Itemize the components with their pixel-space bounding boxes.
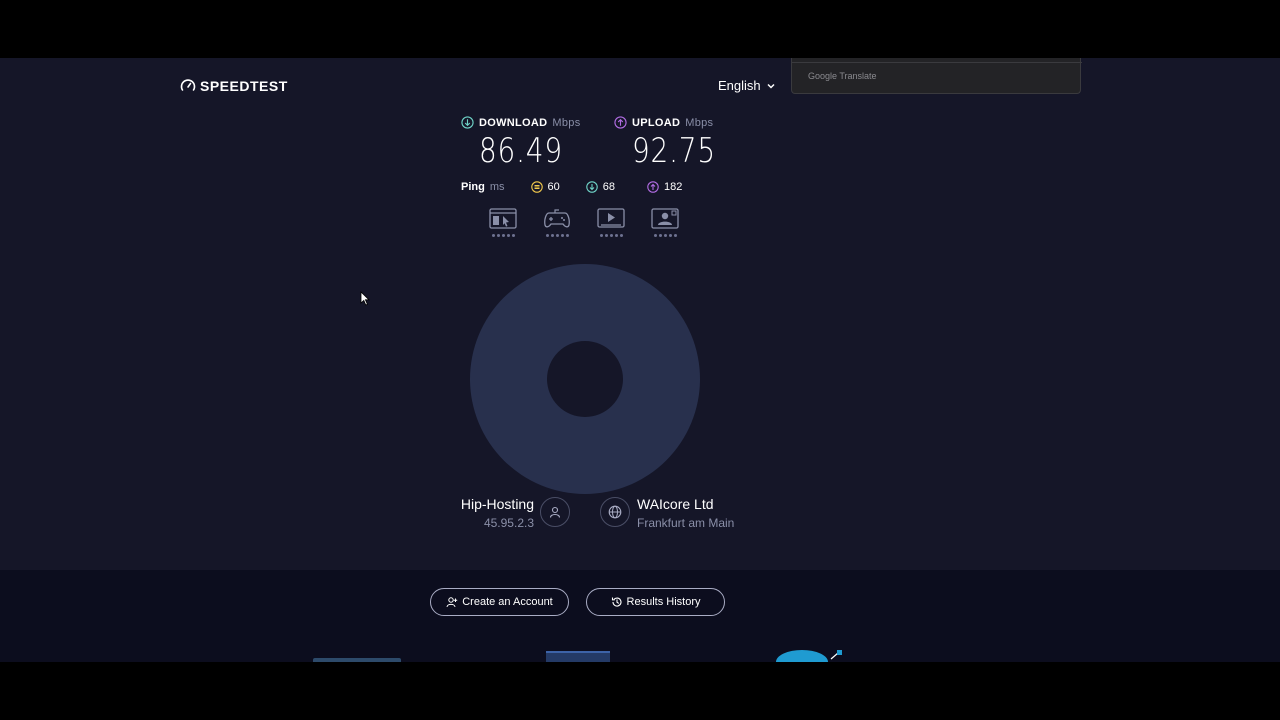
speedometer-icon [180,79,196,91]
ping-idle-value: 60 [547,181,560,193]
provider-ip: 45.95.2.3 [483,516,534,530]
results-history-label: Results History [626,596,701,608]
gauge-center [547,341,623,417]
footer-band [0,570,1280,662]
ping-unit: ms [489,181,505,193]
create-account-button[interactable]: Create an Account [430,588,569,616]
provider-info: Hip-Hosting 45.95.2.3 [451,496,534,530]
download-result: DOWNLOAD Mbps 86.49 [461,116,581,171]
results-history-button[interactable]: Results History [586,588,725,616]
user-icon [549,506,561,518]
ping-row: Ping ms 60 68 182 [461,181,682,193]
upload-header: UPLOAD Mbps [614,116,734,129]
upload-unit: Mbps [685,116,714,129]
task-ratings [489,208,679,237]
video-streaming-dots [599,234,623,237]
speed-gauge [470,264,700,494]
video-chat-icon [651,208,679,229]
gaming-dots [545,234,569,237]
language-selector[interactable]: English [718,78,776,93]
upload-latency-icon [647,181,659,193]
web-browsing-dots [491,234,515,237]
google-translate-widget[interactable]: Google Translate [791,58,1082,94]
download-header: DOWNLOAD Mbps [461,116,581,129]
ping-download-value: 68 [602,181,616,193]
video-streaming-icon [597,208,625,228]
idle-latency-icon [530,181,543,193]
ping-idle[interactable]: 60 [530,181,560,193]
provider-name: Hip-Hosting [460,496,534,512]
promo-thumbnail-center [546,651,610,662]
create-account-label: Create an Account [462,596,553,608]
server-location: Frankfurt am Main [637,516,735,530]
language-label: English [718,78,761,93]
globe-icon [608,505,622,519]
history-icon [611,597,622,607]
gaming-rating[interactable] [543,208,571,237]
ping-label: Ping [461,181,485,193]
download-value: 86.49 [479,131,563,171]
web-browsing-rating[interactable] [489,208,517,237]
logo-text: SPEEDTEST [200,78,288,94]
server-info[interactable]: WAIcore Ltd Frankfurt am Main [637,496,734,530]
ping-upload-value: 182 [664,181,683,193]
server-name: WAIcore Ltd [637,496,714,512]
video-chat-dots [653,234,677,237]
download-label: DOWNLOAD [479,116,548,129]
arrow-icon [830,650,842,660]
chevron-down-icon [767,83,775,89]
ping-upload[interactable]: 182 [647,181,682,193]
gaming-icon [544,209,570,228]
letterbox-bottom [0,662,1280,720]
letterbox-top [0,0,1280,58]
upload-value: 92.75 [632,131,716,171]
upload-result: UPLOAD Mbps 92.75 [614,116,734,171]
download-arrow-icon [461,116,474,129]
add-user-icon [446,597,458,608]
upload-arrow-icon [614,116,627,129]
provider-user-icon [540,497,570,527]
server-globe-icon[interactable] [600,497,630,527]
translate-label: Google Translate [808,71,877,81]
web-browsing-icon [489,208,517,229]
video-streaming-rating[interactable] [597,208,625,237]
upload-label: UPLOAD [632,116,681,129]
speedtest-logo[interactable]: SPEEDTEST [180,78,288,94]
translate-divider [792,62,1082,63]
download-unit: Mbps [552,116,581,129]
video-chat-rating[interactable] [651,208,679,237]
download-latency-icon [586,181,598,193]
ping-download[interactable]: 68 [586,181,615,193]
speedtest-page: SPEEDTEST English Google Translate DOWNL… [0,58,1280,662]
mouse-cursor-icon [360,291,370,306]
